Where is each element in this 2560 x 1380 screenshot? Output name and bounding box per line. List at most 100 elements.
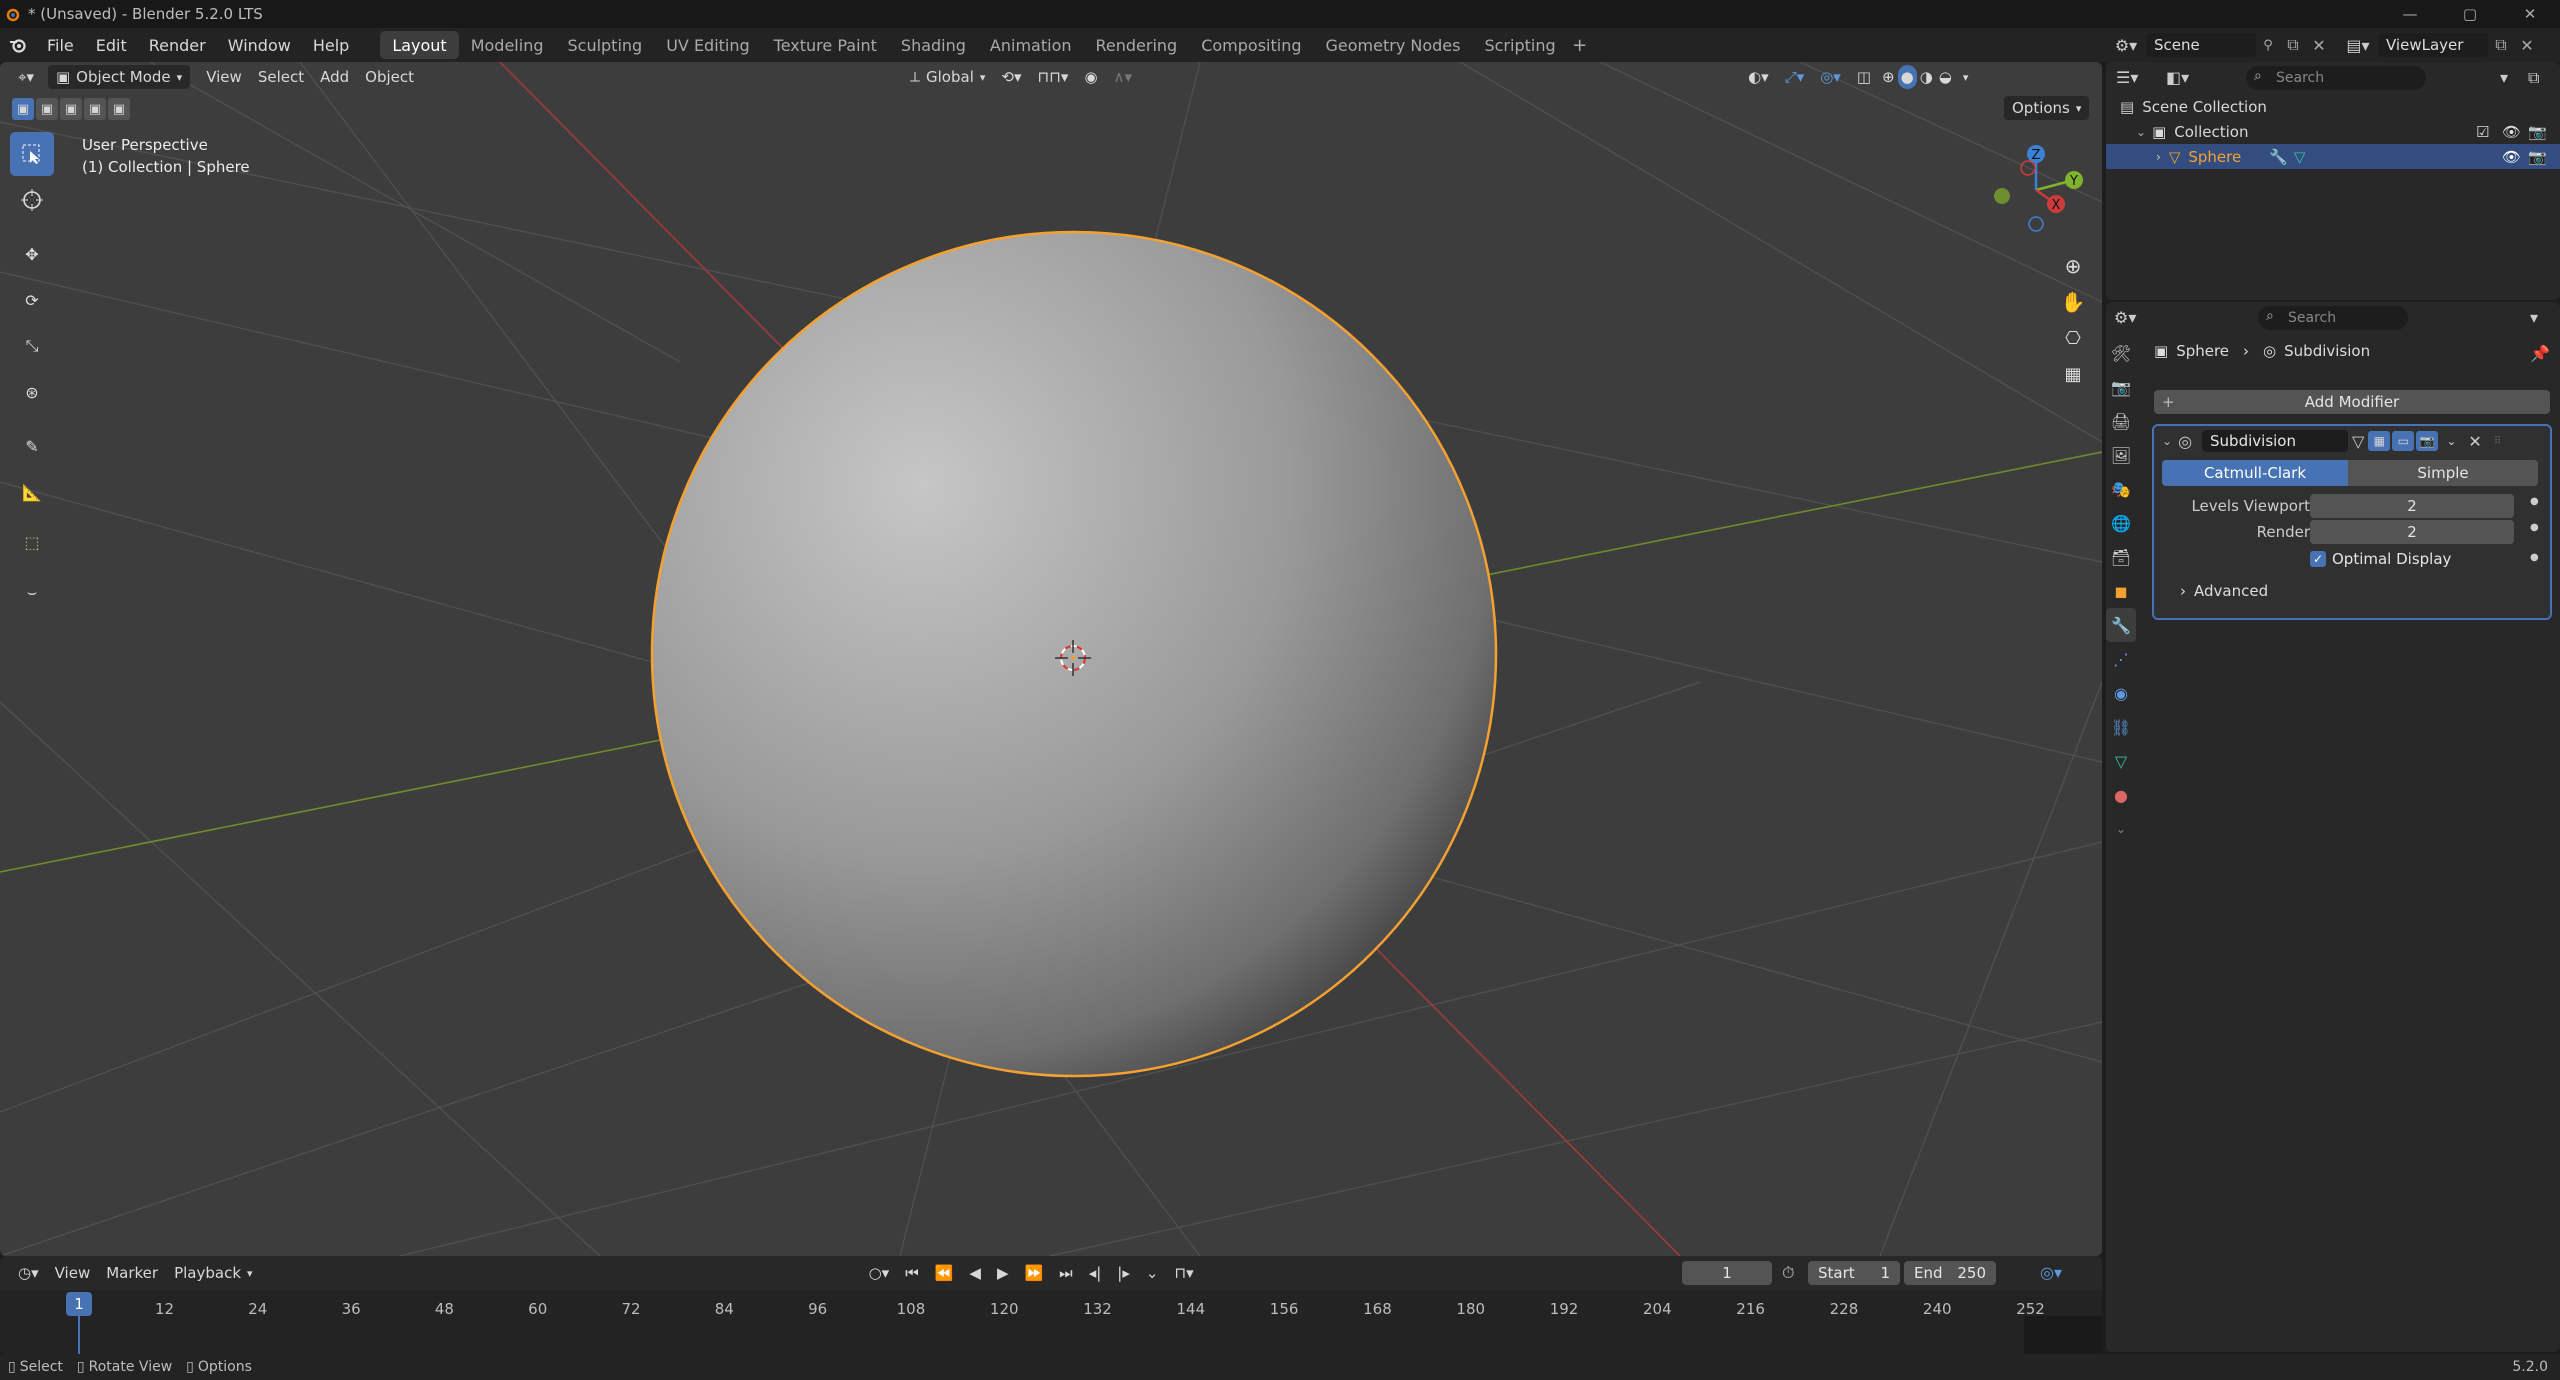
- camera-view-icon[interactable]: ⎔: [2058, 320, 2088, 356]
- playhead-frame-indicator[interactable]: 1: [66, 1292, 92, 1316]
- pin-icon[interactable]: ⚲: [2256, 38, 2280, 53]
- 3d-viewport[interactable]: ⌖▾ ▣ Object Mode ▾ View Select Add Objec…: [0, 62, 2102, 1256]
- tab-sculpting[interactable]: Sculpting: [555, 31, 654, 59]
- expand-chevron-icon[interactable]: ⌄: [2136, 125, 2146, 139]
- select-subtract-icon[interactable]: ▣: [60, 98, 82, 120]
- prev-keyframe-icon[interactable]: ◂|: [1081, 1261, 1110, 1285]
- outliner-editor-icon[interactable]: ☰▾: [2116, 68, 2138, 87]
- modifier-tab-icon[interactable]: 🔧: [2106, 608, 2136, 642]
- navigation-gizmo[interactable]: Z Y X: [1986, 140, 2086, 240]
- snapping-icon[interactable]: ⊓▾: [1166, 1261, 1201, 1285]
- zoom-icon[interactable]: ⊕: [2058, 248, 2088, 284]
- object-tab-icon[interactable]: ◼: [2106, 574, 2136, 608]
- toggle-ortho-icon[interactable]: ▦: [2058, 356, 2088, 392]
- measure-tool-icon[interactable]: 📐: [10, 470, 54, 514]
- render-tab-icon[interactable]: 📷: [2106, 370, 2136, 404]
- material-tab-icon[interactable]: ●: [2106, 778, 2136, 812]
- select-new-icon[interactable]: ▣: [12, 98, 34, 120]
- cursor-tool-icon[interactable]: [10, 178, 54, 222]
- overlay-toggle-icon[interactable]: ◎▾: [1812, 65, 1849, 89]
- snap-icon[interactable]: ⊓⊓▾: [1030, 65, 1077, 89]
- camera-icon[interactable]: 📷: [2528, 123, 2547, 141]
- viewport-menu-view[interactable]: View: [198, 65, 250, 89]
- menu-render[interactable]: Render: [138, 28, 217, 62]
- select-extend-icon[interactable]: ▣: [36, 98, 58, 120]
- expand-chevron-icon[interactable]: ›: [2156, 150, 2161, 164]
- tab-modeling[interactable]: Modeling: [459, 31, 556, 59]
- keying-set-icon[interactable]: ⌄: [1138, 1261, 1167, 1285]
- tree-row-sphere[interactable]: › ▽ Sphere 🔧 ▽ 👁 📷: [2106, 144, 2560, 169]
- chevron-down-icon[interactable]: ▾: [2530, 308, 2538, 327]
- timeline-menu-marker[interactable]: Marker: [98, 1261, 166, 1285]
- tab-geometry-nodes[interactable]: Geometry Nodes: [1314, 31, 1473, 59]
- new-viewlayer-icon[interactable]: ⧉: [2488, 35, 2514, 55]
- tab-compositing[interactable]: Compositing: [1189, 31, 1313, 59]
- solid-shading-icon[interactable]: ●: [1897, 65, 1917, 89]
- eye-icon[interactable]: 👁: [2502, 148, 2521, 166]
- gizmo-toggle-icon[interactable]: ⤢▾: [1777, 65, 1813, 89]
- curve-tool-icon[interactable]: ⌣: [10, 570, 54, 614]
- xray-icon[interactable]: ◫: [1849, 65, 1879, 89]
- advanced-subpanel[interactable]: › Advanced: [2180, 582, 2268, 600]
- render-icon[interactable]: 📷: [2416, 431, 2439, 451]
- tree-row-scene-collection[interactable]: ▤ Scene Collection: [2106, 94, 2560, 119]
- add-cube-tool-icon[interactable]: ⬚: [10, 520, 54, 564]
- transform-orientation[interactable]: ⟂ Global ▾: [902, 65, 993, 89]
- edit-mode-icon[interactable]: ▦: [2368, 431, 2391, 451]
- timeline-overlay-icon[interactable]: ◎▾: [2040, 1263, 2062, 1282]
- keyframe-dot-icon[interactable]: ●: [2530, 522, 2539, 533]
- remove-scene-icon[interactable]: ✕: [2306, 36, 2332, 55]
- rendered-shading-icon[interactable]: ◒: [1936, 65, 1955, 89]
- tool-tab-icon[interactable]: 🛠: [2106, 336, 2136, 370]
- properties-search-input[interactable]: ⌕ Search: [2258, 306, 2408, 330]
- catmull-clark-option[interactable]: Catmull-Clark: [2162, 460, 2348, 486]
- simple-option[interactable]: Simple: [2348, 460, 2538, 486]
- pivot-point-icon[interactable]: ⟲▾: [993, 65, 1029, 89]
- checkbox-icon[interactable]: ☑: [2476, 123, 2489, 141]
- play-reverse-icon[interactable]: ◀: [961, 1261, 989, 1285]
- display-mode-icon[interactable]: ◧▾: [2166, 68, 2189, 87]
- constraints-tab-icon[interactable]: ⛓: [2106, 710, 2136, 744]
- viewport-canvas[interactable]: [0, 62, 2102, 1256]
- menu-help[interactable]: Help: [302, 28, 360, 62]
- tab-shading[interactable]: Shading: [889, 31, 978, 59]
- timeline-track[interactable]: [0, 1290, 2102, 1354]
- viewport-menu-object[interactable]: Object: [357, 65, 422, 89]
- keyframe-dot-icon[interactable]: ●: [2530, 496, 2539, 507]
- transform-tool-icon[interactable]: ⊛: [10, 370, 54, 414]
- start-frame-field[interactable]: Start 1: [1808, 1261, 1900, 1285]
- jump-keyframe-back-icon[interactable]: ⏪: [927, 1261, 962, 1285]
- material-shading-icon[interactable]: ◑: [1917, 65, 1936, 89]
- modifier-wrench-icon[interactable]: 🔧: [2269, 148, 2288, 166]
- rotate-tool-icon[interactable]: ⟳: [10, 278, 54, 322]
- auto-keying-icon[interactable]: ○▾: [861, 1261, 898, 1285]
- on-cage-icon[interactable]: ▽: [2352, 432, 2364, 451]
- select-box-tool-icon[interactable]: [10, 132, 54, 176]
- next-keyframe-icon[interactable]: |▸: [1109, 1261, 1138, 1285]
- realtime-icon[interactable]: ▭: [2392, 431, 2415, 451]
- viewport-menu-add[interactable]: Add: [312, 65, 357, 89]
- sphere-object[interactable]: [650, 230, 1498, 1078]
- menu-window[interactable]: Window: [217, 28, 302, 62]
- preview-range-icon[interactable]: ⏱: [1782, 1263, 1794, 1283]
- viewport-menu-select[interactable]: Select: [250, 65, 312, 89]
- camera-icon[interactable]: 📷: [2528, 148, 2547, 166]
- scene-selector-icon[interactable]: ⚙▾: [2106, 36, 2146, 55]
- data-tab-icon[interactable]: ▽: [2106, 744, 2136, 778]
- play-icon[interactable]: ▶: [989, 1261, 1017, 1285]
- pan-hand-icon[interactable]: ✋: [2058, 284, 2088, 320]
- outliner-search-input[interactable]: ⌕ Search: [2246, 66, 2426, 90]
- editor-type-icon[interactable]: ⌖▾: [10, 65, 42, 89]
- modifier-name-field[interactable]: Subdivision: [2202, 430, 2349, 452]
- timeline-menu-playback[interactable]: Playback ▾: [166, 1261, 260, 1285]
- scene-field[interactable]: Scene: [2146, 33, 2256, 57]
- viewport-options-button[interactable]: Options ▾: [2004, 96, 2090, 120]
- eye-icon[interactable]: 👁: [2502, 123, 2521, 141]
- optimal-display-checkbox[interactable]: ✓: [2310, 551, 2326, 567]
- collapse-chevron-icon[interactable]: ⌄: [2162, 434, 2172, 448]
- jump-start-icon[interactable]: ⏮: [897, 1261, 927, 1285]
- viewlayer-selector-icon[interactable]: ▤▾: [2338, 36, 2378, 55]
- shading-options-icon[interactable]: ▾: [1955, 65, 1977, 89]
- mesh-data-icon[interactable]: ▽: [2294, 148, 2306, 166]
- tab-animation[interactable]: Animation: [978, 31, 1084, 59]
